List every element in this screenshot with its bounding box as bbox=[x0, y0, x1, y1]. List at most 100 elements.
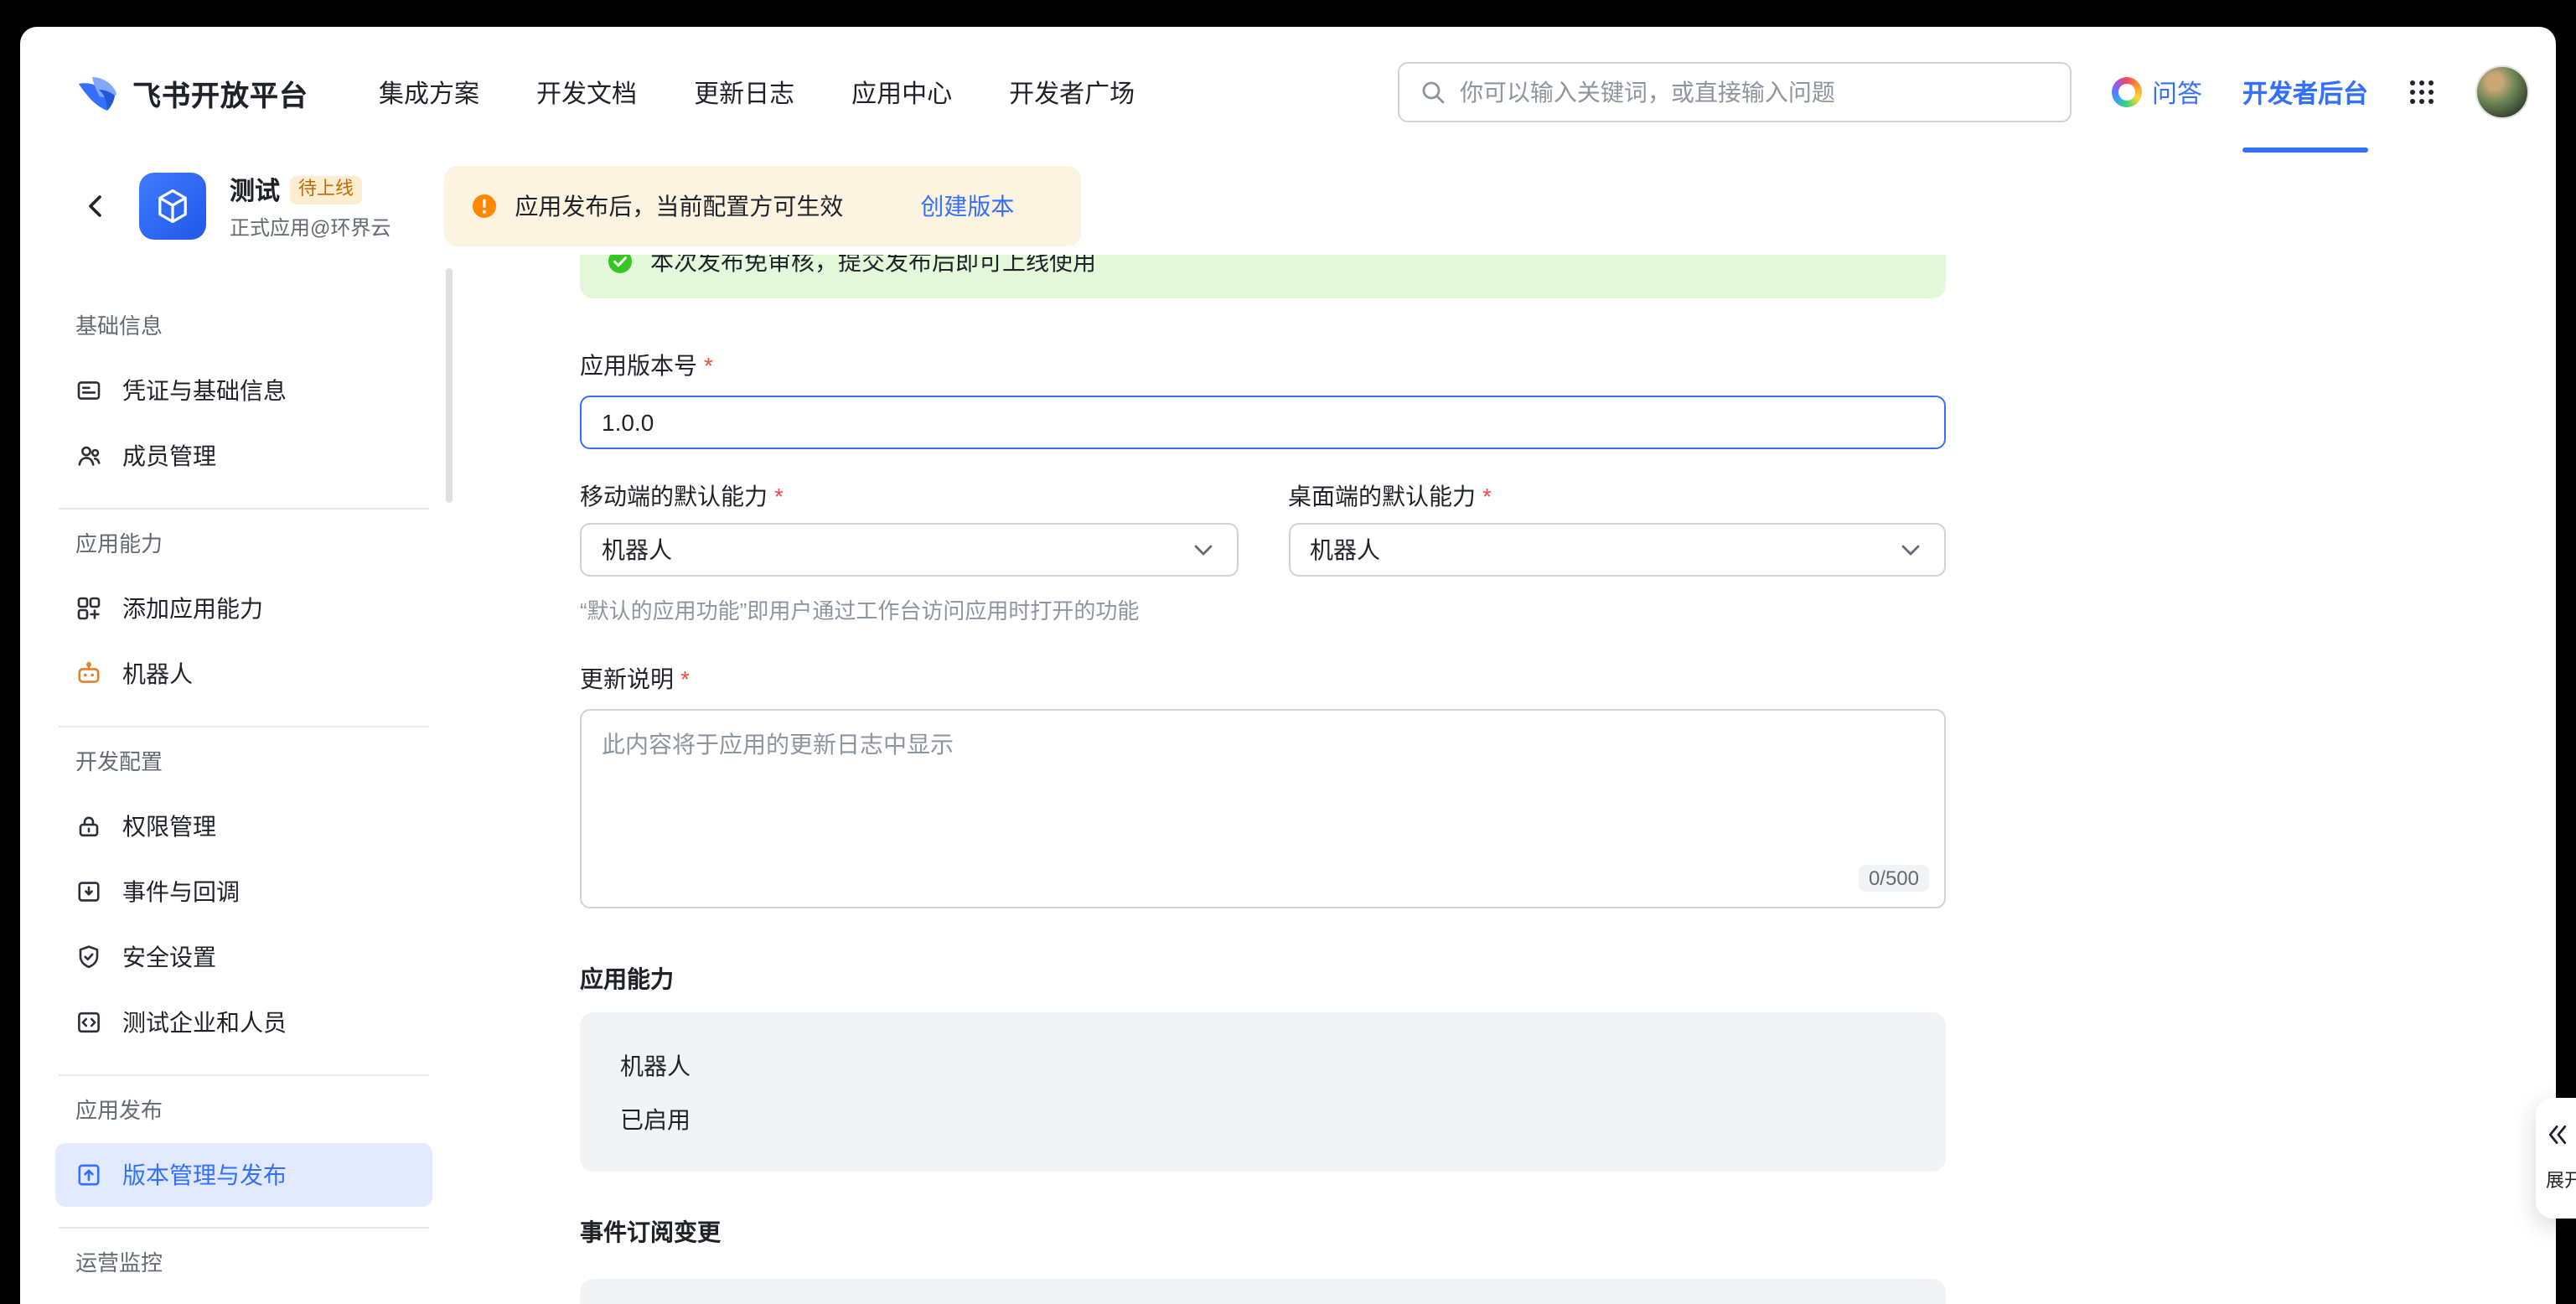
expand-label: 展开 bbox=[2546, 1167, 2576, 1193]
sidebar-item-label: 测试企业和人员 bbox=[122, 1006, 287, 1039]
warning-text: 应用发布后，当前配置方可生效 bbox=[515, 189, 843, 223]
qa-button[interactable]: 问答 bbox=[2112, 75, 2202, 110]
sidebar-item-label: 机器人 bbox=[122, 657, 193, 691]
sidebar-divider bbox=[59, 1227, 429, 1229]
sidebar-item-members[interactable]: 成员管理 bbox=[55, 424, 432, 488]
back-button[interactable] bbox=[75, 186, 116, 226]
sidebar-item-security[interactable]: 安全设置 bbox=[55, 925, 432, 989]
warning-icon bbox=[471, 193, 498, 220]
required-mark: * bbox=[704, 349, 713, 382]
capability-name: 机器人 bbox=[620, 1049, 1906, 1083]
app-window: 飞书开放平台 集成方案 开发文档 更新日志 应用中心 开发者广场 问答 bbox=[20, 27, 2556, 1304]
app-meta: 正式应用@环界云 bbox=[230, 212, 391, 241]
success-check-icon bbox=[607, 255, 634, 275]
success-banner-text: 本次发布免审核，提交发布后即可上线使用 bbox=[650, 255, 1096, 278]
back-icon bbox=[82, 193, 109, 220]
sidebar-item-events-callbacks[interactable]: 事件与回调 bbox=[55, 860, 432, 924]
qa-label: 问答 bbox=[2152, 75, 2202, 110]
sidebar-item-label: 凭证与基础信息 bbox=[122, 374, 287, 407]
app-cube-icon bbox=[139, 173, 206, 240]
apps-grid-button[interactable] bbox=[2408, 79, 2435, 106]
desktop-capability-field: 桌面端的默认能力* 机器人 bbox=[1288, 479, 1946, 577]
sidebar-item-test-org[interactable]: 测试企业和人员 bbox=[55, 991, 432, 1054]
required-mark: * bbox=[680, 662, 690, 696]
collapse-icon bbox=[2546, 1123, 2573, 1150]
shield-check-icon bbox=[75, 944, 102, 970]
apps-grid-icon bbox=[2408, 79, 2435, 106]
app-name: 测试 bbox=[230, 172, 280, 207]
sidebar-item-label: 权限管理 bbox=[122, 810, 216, 843]
sidebar-item-credentials[interactable]: 凭证与基础信息 bbox=[55, 359, 432, 422]
expand-panel-handle[interactable]: 展开 bbox=[2536, 1098, 2576, 1219]
char-counter: 0/500 bbox=[1859, 865, 1929, 892]
form-column: 本次发布免审核，提交发布后即可上线使用 应用版本号* 移动端的默认能力* 机器人 bbox=[580, 255, 1946, 1304]
brand-name: 飞书开放平台 bbox=[132, 71, 308, 113]
success-banner: 本次发布免审核，提交发布后即可上线使用 bbox=[580, 255, 1946, 298]
id-card-icon bbox=[75, 377, 102, 404]
capability-summary-box: 机器人 已启用 bbox=[580, 1012, 1946, 1172]
required-mark: * bbox=[774, 479, 784, 513]
screen: 飞书开放平台 集成方案 开发文档 更新日志 应用中心 开发者广场 问答 bbox=[0, 0, 2576, 1304]
capability-status: 已启用 bbox=[620, 1103, 1906, 1136]
version-input[interactable] bbox=[580, 396, 1946, 449]
chevron-down-icon bbox=[1189, 536, 1216, 563]
sidebar-section-ops-monitor: 运营监控 bbox=[75, 1249, 432, 1279]
nav-integration[interactable]: 集成方案 bbox=[379, 75, 479, 110]
body: 基础信息 凭证与基础信息 成员管理 bbox=[20, 255, 2556, 1304]
publish-icon bbox=[75, 1162, 102, 1188]
lock-icon bbox=[75, 813, 102, 840]
members-icon bbox=[75, 442, 102, 469]
nav-changelog[interactable]: 更新日志 bbox=[694, 75, 794, 110]
sidebar-item-version-release[interactable]: 版本管理与发布 bbox=[55, 1143, 432, 1207]
main-content: 本次发布免审核，提交发布后即可上线使用 应用版本号* 移动端的默认能力* 机器人 bbox=[453, 255, 2556, 1304]
required-mark: * bbox=[1482, 479, 1492, 513]
event-subscription-box bbox=[580, 1279, 1946, 1304]
nav-docs[interactable]: 开发文档 bbox=[536, 75, 637, 110]
status-badge: 待上线 bbox=[290, 175, 362, 204]
sidebar-item-label: 版本管理与发布 bbox=[122, 1158, 287, 1192]
robot-icon bbox=[75, 660, 102, 687]
sidebar-item-permissions[interactable]: 权限管理 bbox=[55, 794, 432, 858]
sidebar-section-dev-config: 开发配置 bbox=[75, 748, 432, 778]
publish-warning-banner: 应用发布后，当前配置方可生效 创建版本 bbox=[444, 166, 1081, 246]
mobile-capability-select[interactable]: 机器人 bbox=[580, 523, 1238, 577]
sidebar-divider bbox=[59, 726, 429, 727]
search-input[interactable] bbox=[1460, 79, 2050, 106]
tab-developer-console[interactable]: 开发者后台 bbox=[2242, 27, 2368, 158]
sidebar-scrollbar[interactable] bbox=[446, 268, 453, 503]
header-right: 问答 开发者后台 bbox=[2112, 27, 2529, 158]
create-version-link[interactable]: 创建版本 bbox=[920, 189, 1014, 223]
global-search[interactable] bbox=[1398, 62, 2072, 122]
top-header: 飞书开放平台 集成方案 开发文档 更新日志 应用中心 开发者广场 问答 bbox=[20, 27, 2556, 158]
feishu-logo-icon bbox=[75, 70, 119, 114]
update-notes-textarea[interactable] bbox=[580, 709, 1946, 908]
default-capability-row: 移动端的默认能力* 机器人 桌面端的默认能力* bbox=[580, 479, 1946, 577]
desktop-capability-value: 机器人 bbox=[1310, 533, 1380, 567]
nav-dev-marketplace[interactable]: 开发者广场 bbox=[1009, 75, 1135, 110]
version-label: 应用版本号* bbox=[580, 349, 1946, 382]
desktop-capability-select[interactable]: 机器人 bbox=[1288, 523, 1946, 577]
code-brackets-icon bbox=[75, 1009, 102, 1036]
desktop-capability-label: 桌面端的默认能力* bbox=[1288, 479, 1946, 513]
app-capability-title: 应用能力 bbox=[580, 962, 1946, 996]
sidebar-item-label: 成员管理 bbox=[122, 439, 216, 473]
nav-app-center[interactable]: 应用中心 bbox=[851, 75, 952, 110]
brand-logo[interactable]: 飞书开放平台 bbox=[75, 70, 308, 114]
update-notes-label: 更新说明* bbox=[580, 662, 1946, 696]
app-header: 测试 待上线 正式应用@环界云 应用发布后，当前配置方可生效 创建版本 bbox=[20, 158, 2556, 255]
sidebar-item-bot[interactable]: 机器人 bbox=[55, 642, 432, 706]
mobile-capability-field: 移动端的默认能力* 机器人 bbox=[580, 479, 1238, 577]
sidebar-divider bbox=[59, 1074, 429, 1076]
add-capability-icon bbox=[75, 595, 102, 622]
sidebar-item-label: 添加应用能力 bbox=[122, 592, 263, 625]
sidebar-item-add-capability[interactable]: 添加应用能力 bbox=[55, 577, 432, 640]
search-icon bbox=[1420, 79, 1446, 106]
update-notes-wrap: 0/500 bbox=[580, 709, 1946, 908]
capability-hint: “默认的应用功能”即用户通过工作台访问应用时打开的功能 bbox=[580, 597, 1946, 625]
sidebar-section-release: 应用发布 bbox=[75, 1096, 432, 1126]
app-info: 测试 待上线 正式应用@环界云 bbox=[230, 172, 391, 241]
event-callback-icon bbox=[75, 878, 102, 905]
chevron-down-icon bbox=[1897, 536, 1924, 563]
user-avatar[interactable] bbox=[2475, 65, 2529, 119]
sidebar-section-capability: 应用能力 bbox=[75, 530, 432, 560]
